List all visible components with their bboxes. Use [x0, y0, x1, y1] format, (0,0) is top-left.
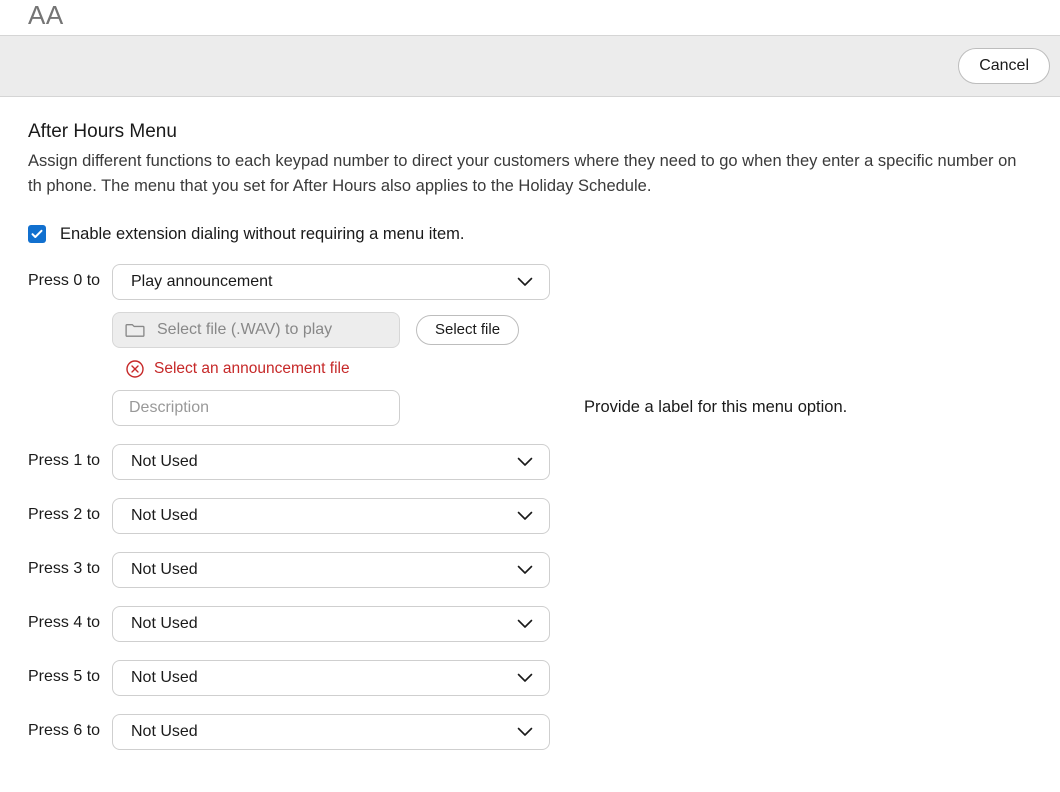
press-5-label: Press 5 to [28, 660, 112, 686]
chevron-down-icon [517, 277, 533, 287]
select-file-button[interactable]: Select file [416, 315, 519, 345]
description-input[interactable] [112, 390, 400, 426]
press-4-dropdown[interactable]: Not Used [112, 606, 550, 642]
press-0-action-dropdown[interactable]: Play announcement [112, 264, 550, 300]
file-error-text: Select an announcement file [154, 360, 350, 378]
chevron-down-icon [517, 673, 533, 683]
page-breadcrumb: AA [0, 0, 1060, 35]
press-1-value: Not Used [131, 453, 198, 471]
chevron-down-icon [517, 727, 533, 737]
press-2-dropdown[interactable]: Not Used [112, 498, 550, 534]
press-4-row: Press 4 to Not Used [28, 606, 1032, 642]
press-5-value: Not Used [131, 669, 198, 687]
press-3-value: Not Used [131, 561, 198, 579]
file-placeholder: Select file (.WAV) to play [157, 321, 332, 339]
section-title: After Hours Menu [28, 121, 1032, 143]
chevron-down-icon [517, 619, 533, 629]
press-1-label: Press 1 to [28, 444, 112, 470]
enable-extension-row: Enable extension dialing without requiri… [28, 225, 1032, 244]
press-0-label: Press 0 to [28, 264, 112, 290]
press-1-row: Press 1 to Not Used [28, 444, 1032, 480]
section-description: Assign different functions to each keypa… [28, 149, 1032, 199]
press-6-dropdown[interactable]: Not Used [112, 714, 550, 750]
description-hint: Provide a label for this menu option. [584, 398, 847, 417]
press-0-action-text: Play announcement [131, 273, 272, 291]
press-1-dropdown[interactable]: Not Used [112, 444, 550, 480]
folder-icon [125, 322, 145, 338]
press-3-dropdown[interactable]: Not Used [112, 552, 550, 588]
press-4-label: Press 4 to [28, 606, 112, 632]
press-0-row: Press 0 to Play announcement Select file… [28, 264, 1032, 426]
press-3-label: Press 3 to [28, 552, 112, 578]
error-circle-icon [126, 360, 144, 378]
enable-extension-checkbox[interactable] [28, 225, 46, 243]
check-icon [31, 228, 43, 240]
press-3-row: Press 3 to Not Used [28, 552, 1032, 588]
file-error-row: Select an announcement file [112, 360, 847, 378]
press-6-value: Not Used [131, 723, 198, 741]
press-5-row: Press 5 to Not Used [28, 660, 1032, 696]
file-select-row: Select file (.WAV) to play Select file [112, 312, 847, 348]
press-4-value: Not Used [131, 615, 198, 633]
press-6-row: Press 6 to Not Used [28, 714, 1032, 750]
press-2-label: Press 2 to [28, 498, 112, 524]
description-row: Provide a label for this menu option. [112, 390, 847, 426]
press-6-label: Press 6 to [28, 714, 112, 740]
file-input[interactable]: Select file (.WAV) to play [112, 312, 400, 348]
press-2-row: Press 2 to Not Used [28, 498, 1032, 534]
enable-extension-label: Enable extension dialing without requiri… [60, 225, 465, 244]
press-2-value: Not Used [131, 507, 198, 525]
chevron-down-icon [517, 511, 533, 521]
chevron-down-icon [517, 457, 533, 467]
cancel-button[interactable]: Cancel [958, 48, 1050, 84]
header-bar: Cancel [0, 35, 1060, 97]
chevron-down-icon [517, 565, 533, 575]
press-5-dropdown[interactable]: Not Used [112, 660, 550, 696]
content-area: After Hours Menu Assign different functi… [0, 97, 1060, 792]
